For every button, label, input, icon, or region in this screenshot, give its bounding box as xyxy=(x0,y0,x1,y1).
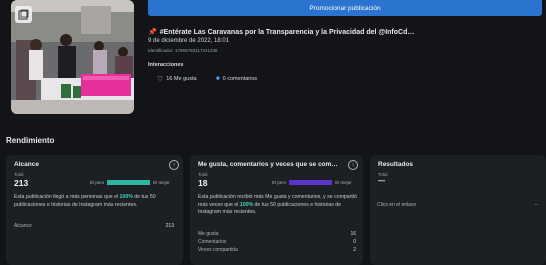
engagement-card-title: Me gusta, comentarios y veces que se com… xyxy=(198,161,338,168)
results-total-value: — xyxy=(378,178,385,185)
bar-high-label: El mejor xyxy=(153,180,170,185)
reach-description: Esta publicación llegó a más personas qu… xyxy=(14,194,156,208)
engagement-bar-fill xyxy=(289,180,333,185)
post-title: 📌 #Entérate Las Caravanas por la Transpa… xyxy=(148,28,540,37)
post-date: 9 de diciembre de 2022, 18:01 xyxy=(148,38,230,44)
engagement-total-label: Total xyxy=(198,172,208,177)
results-total-label: Total xyxy=(378,172,388,177)
engagement-card: Me gusta, comentarios y veces que se com… xyxy=(190,155,363,265)
engagement-percent-highlight: 100% xyxy=(239,201,254,208)
promote-post-button[interactable]: Promocionar publicación xyxy=(148,0,542,16)
engagement-comparison-bar: El peor El mejor xyxy=(272,180,352,185)
post-title-text: #Entérate Las Caravanas por la Transpare… xyxy=(159,28,415,36)
post-thumbnail[interactable] xyxy=(11,0,134,114)
pin-icon: 📌 xyxy=(148,29,157,36)
likes-stat[interactable]: ♡ 16 Me gusta xyxy=(157,73,197,85)
engagement-bar-track xyxy=(289,180,333,185)
bar-high-label: El mejor xyxy=(335,180,352,185)
metric-comments-row: Comentarios 0 xyxy=(198,239,356,245)
reach-card-title: Alcance xyxy=(14,161,39,168)
bar-low-label: El peor xyxy=(272,180,287,185)
link-clicks-label[interactable]: Clics en el enlace xyxy=(377,202,416,208)
link-clicks-value: -- xyxy=(534,202,538,208)
engagement-description: Esta publicación recibió más Me gusta y … xyxy=(198,194,357,215)
engagement-total-value: 18 xyxy=(198,178,208,188)
comments-label: 0 comentarios xyxy=(222,76,258,82)
reach-card: Alcance i Total 213 El peor El mejor Est… xyxy=(6,155,183,265)
results-card: Resultados Total — Clics en el enlace -- xyxy=(370,155,546,265)
reach-bar-track xyxy=(107,180,151,185)
reach-metric-row: Alcance 213 xyxy=(14,223,174,229)
metric-likes-row: Me gusta 16 xyxy=(198,231,356,237)
info-icon[interactable]: i xyxy=(169,160,179,170)
reach-total-value: 213 xyxy=(14,178,29,188)
post-identifier: Identificador: 17955750317241236 xyxy=(148,48,218,53)
comments-stat[interactable]: ■ 0 comentarios xyxy=(216,73,257,85)
comment-icon: ■ xyxy=(216,76,220,82)
info-icon[interactable]: i xyxy=(348,160,358,170)
reach-total-label: Total xyxy=(14,172,24,177)
heart-icon: ♡ xyxy=(157,76,164,83)
reach-percent-highlight: 100% xyxy=(119,194,133,200)
likes-label: 16 Me gusta xyxy=(166,76,197,82)
metric-shares-row: Veces compartida 2 xyxy=(198,247,356,253)
reach-bar-fill xyxy=(107,180,151,185)
reach-comparison-bar: El peor El mejor xyxy=(90,180,170,185)
carousel-icon xyxy=(15,6,32,23)
results-card-title: Resultados xyxy=(378,161,414,168)
bar-low-label: El peor xyxy=(90,180,105,185)
performance-heading: Rendimiento xyxy=(6,136,55,145)
interactions-heading: Interacciones xyxy=(148,62,184,68)
